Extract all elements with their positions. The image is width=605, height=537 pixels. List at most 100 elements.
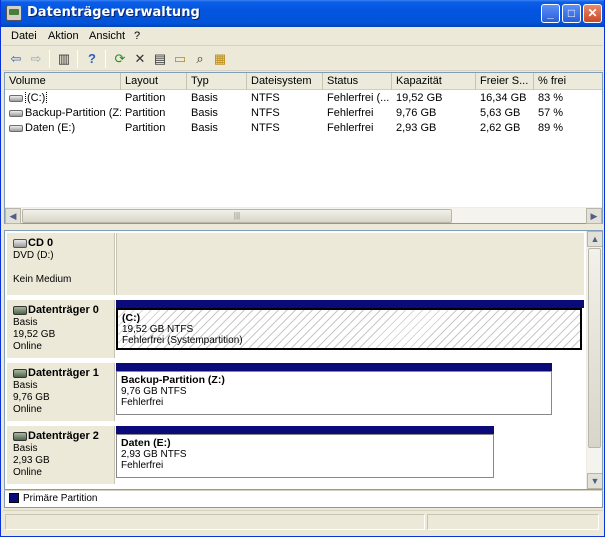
disk-type: Basis xyxy=(13,317,38,328)
delete-icon[interactable]: ✕ xyxy=(131,50,149,68)
column-freier-speicher[interactable]: Freier S... xyxy=(476,73,534,90)
disk-name: Datenträger 1 xyxy=(28,367,99,379)
drive-icon xyxy=(9,124,23,132)
disk-name: Datenträger 2 xyxy=(28,430,99,442)
partition-z[interactable]: Backup-Partition (Z:) 9,76 GB NTFS Fehle… xyxy=(116,371,552,415)
disk2-partition-area: Daten (E:) 2,93 GB NTFS Fehlerfrei xyxy=(116,426,496,484)
vertical-scrollbar[interactable]: ▲ ▼ xyxy=(586,231,602,489)
column-typ[interactable]: Typ xyxy=(187,73,247,90)
disk-status: Online xyxy=(13,404,42,415)
column-status[interactable]: Status xyxy=(323,73,392,90)
filesystem-cell: NTFS xyxy=(251,107,280,119)
menu-aktion[interactable]: Aktion xyxy=(48,30,79,42)
close-button[interactable]: ✕ xyxy=(583,4,602,23)
hard-disk-icon xyxy=(13,305,27,315)
layout-cell: Partition xyxy=(125,107,166,119)
toolbar-separator xyxy=(49,50,50,68)
status-pane xyxy=(5,514,425,530)
primary-partition-bar xyxy=(116,300,584,308)
toolbar-separator xyxy=(105,50,106,68)
volume-name: Backup-Partition (Z:) xyxy=(25,107,121,119)
table-row[interactable]: Daten (E:) Partition Basis NTFS Fehlerfr… xyxy=(5,121,602,137)
open-icon[interactable]: ▭ xyxy=(171,50,189,68)
table-row[interactable]: (C:) Partition Basis NTFS Fehlerfrei (..… xyxy=(5,91,602,107)
partition-status: Fehlerfrei xyxy=(121,397,164,408)
filesystem-cell: NTFS xyxy=(251,122,280,134)
scroll-up-button[interactable]: ▲ xyxy=(587,231,602,247)
layout-cell: Partition xyxy=(125,92,166,104)
cd-media-area xyxy=(116,233,584,295)
volume-cell: Daten (E:) xyxy=(5,122,121,134)
disk-row-disk1[interactable]: Datenträger 1 Basis 9,76 GB Online Backu… xyxy=(5,361,587,421)
disk-status: Online xyxy=(13,341,42,352)
partition-size: 9,76 GB NTFS xyxy=(121,386,187,397)
export-icon[interactable]: ▦ xyxy=(211,50,229,68)
disk-info-disk2[interactable]: Datenträger 2 Basis 2,93 GB Online xyxy=(7,426,115,484)
primary-partition-bar xyxy=(116,426,494,434)
free-space-cell: 5,63 GB xyxy=(480,107,521,119)
disk-row-disk0[interactable]: Datenträger 0 Basis 19,52 GB Online (C:)… xyxy=(5,298,587,358)
column-kapazitaet[interactable]: Kapazität xyxy=(392,73,476,90)
column-layout[interactable]: Layout xyxy=(121,73,187,90)
disk-name: Datenträger 0 xyxy=(28,304,99,316)
forward-arrow-icon[interactable]: ⇨ xyxy=(27,50,45,68)
find-icon[interactable]: ⌕ xyxy=(191,50,209,68)
column-volume[interactable]: Volume xyxy=(5,73,121,90)
scroll-thumb[interactable]: ||| xyxy=(22,209,452,223)
disk-info-disk0[interactable]: Datenträger 0 Basis 19,52 GB Online xyxy=(7,300,115,358)
window-title: Datenträgerverwaltung xyxy=(27,5,200,20)
partition-c[interactable]: (C:) 19,52 GB NTFS Fehlerfrei (Systempar… xyxy=(116,308,582,350)
back-arrow-icon[interactable]: ⇦ xyxy=(7,50,25,68)
percent-free-cell: 57 % xyxy=(538,107,564,119)
scroll-down-button[interactable]: ▼ xyxy=(587,473,602,489)
disk-info-cd0[interactable]: CD 0 DVD (D:) Kein Medium xyxy=(7,233,115,295)
disk-type: Basis xyxy=(13,380,38,391)
menu-help[interactable]: ? xyxy=(134,30,140,42)
capacity-cell: 19,52 GB xyxy=(396,92,443,104)
menu-datei[interactable]: Datei xyxy=(11,30,37,42)
disk-status: Kein Medium xyxy=(13,274,72,285)
disk-info-disk1[interactable]: Datenträger 1 Basis 9,76 GB Online xyxy=(7,363,115,421)
console-tree-icon[interactable]: ▥ xyxy=(55,50,73,68)
volume-name: Daten (E:) xyxy=(25,122,76,134)
disk-row-disk2[interactable]: Datenträger 2 Basis 2,93 GB Online Daten… xyxy=(5,424,587,484)
minimize-button[interactable]: _ xyxy=(541,4,560,23)
legend-bar: Primäre Partition xyxy=(4,490,603,508)
horizontal-scrollbar[interactable]: ◀ ||| ▶ xyxy=(5,207,602,224)
status-bar xyxy=(3,510,603,532)
scroll-thumb[interactable] xyxy=(588,248,601,448)
title-bar[interactable]: Datenträgerverwaltung _ □ ✕ xyxy=(1,0,604,27)
column-dateisystem[interactable]: Dateisystem xyxy=(247,73,323,90)
properties-icon[interactable]: ▤ xyxy=(151,50,169,68)
disk-graphical-view: CD 0 DVD (D:) Kein Medium Datenträger 0 … xyxy=(4,230,603,490)
toolbar-separator xyxy=(77,50,78,68)
partition-e[interactable]: Daten (E:) 2,93 GB NTFS Fehlerfrei xyxy=(116,434,494,478)
volume-list: Volume Layout Typ Dateisystem Status Kap… xyxy=(4,72,603,224)
primary-partition-bar xyxy=(116,363,552,371)
hard-disk-icon xyxy=(13,431,27,441)
filesystem-cell: NTFS xyxy=(251,92,280,104)
table-row[interactable]: Backup-Partition (Z:) Partition Basis NT… xyxy=(5,106,602,122)
menu-ansicht[interactable]: Ansicht xyxy=(89,30,125,42)
disk-row-cd0[interactable]: CD 0 DVD (D:) Kein Medium xyxy=(5,231,587,297)
status-cell: Fehlerfrei (... xyxy=(327,92,390,104)
disk-size: 19,52 GB xyxy=(13,329,56,340)
column-prozent-frei[interactable]: % frei xyxy=(534,73,602,90)
scroll-left-button[interactable]: ◀ xyxy=(5,208,21,224)
disk-size: 2,93 GB xyxy=(13,455,50,466)
layout-cell: Partition xyxy=(125,122,166,134)
help-icon[interactable]: ? xyxy=(83,50,101,68)
partition-status: Fehlerfrei xyxy=(121,460,164,471)
cd-drive-icon xyxy=(13,238,27,248)
maximize-button[interactable]: □ xyxy=(562,4,581,23)
scroll-right-button[interactable]: ▶ xyxy=(586,208,602,224)
volume-name: (C:) xyxy=(25,92,48,104)
primary-partition-swatch xyxy=(9,493,19,504)
disk-type: DVD (D:) xyxy=(13,250,54,261)
refresh-icon[interactable]: ⟳ xyxy=(111,50,129,68)
status-cell: Fehlerfrei xyxy=(327,107,374,119)
app-window: Datenträgerverwaltung _ □ ✕ Datei Aktion… xyxy=(0,0,605,537)
free-space-cell: 16,34 GB xyxy=(480,92,527,104)
free-space-cell: 2,62 GB xyxy=(480,122,521,134)
drive-icon xyxy=(9,94,23,102)
